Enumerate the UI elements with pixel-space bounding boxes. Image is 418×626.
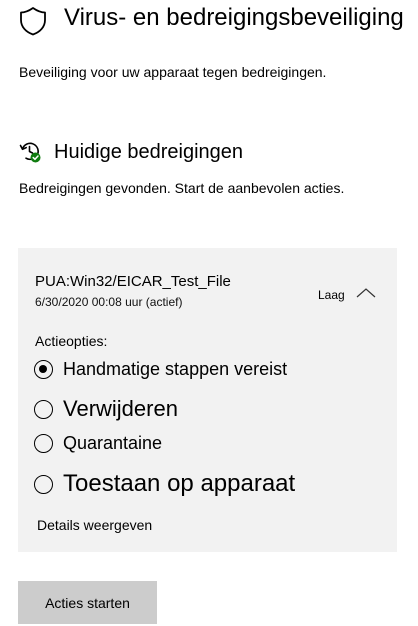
page-title: Virus- en bedreigingsbeveiliging: [64, 4, 404, 31]
collapse-button[interactable]: [351, 281, 381, 305]
threat-timestamp: 6/30/2020 00:08 uur (actief): [35, 294, 182, 310]
start-actions-button[interactable]: Acties starten: [18, 581, 157, 624]
option-label: Toestaan op apparaat: [63, 470, 296, 497]
show-details-link[interactable]: Details weergeven: [37, 516, 152, 534]
action-options-label: Actieopties:: [35, 333, 108, 349]
radio-option-remove[interactable]: Verwijderen: [34, 395, 178, 423]
threat-date: 6/30/2020: [35, 295, 89, 309]
severity-label: Laag: [318, 288, 345, 302]
radio-option-manual-steps[interactable]: Handmatige stappen vereist: [34, 357, 287, 381]
section-subtitle: Bedreigingen gevonden. Start de aanbevol…: [19, 180, 345, 196]
radio-button[interactable]: [34, 474, 53, 494]
option-label: Quarantaine: [63, 433, 163, 453]
page-subtitle: Beveiliging voor uw apparaat tegen bedre…: [19, 64, 327, 80]
threat-history-icon: [18, 140, 42, 164]
chevron-up-icon: [356, 288, 376, 298]
radio-option-allow[interactable]: Toestaan op apparaat: [34, 468, 295, 500]
radio-button-selected[interactable]: [34, 359, 53, 379]
option-label: Handmatige stappen vereist: [63, 359, 288, 379]
option-label: Verwijderen: [63, 396, 178, 421]
threat-card: PUA:Win32/EICAR_Test_File 6/30/2020 00:0…: [18, 248, 397, 552]
radio-button[interactable]: [34, 399, 53, 419]
threat-name: PUA:Win32/EICAR_Test_File: [35, 273, 231, 290]
threat-time: 00:08 uur (actief): [91, 295, 183, 309]
shield-icon: [19, 6, 47, 36]
radio-option-quarantine[interactable]: Quarantaine: [34, 431, 162, 455]
radio-button[interactable]: [34, 433, 53, 453]
section-title-current-threats: Huidige bedreigingen: [54, 141, 244, 163]
